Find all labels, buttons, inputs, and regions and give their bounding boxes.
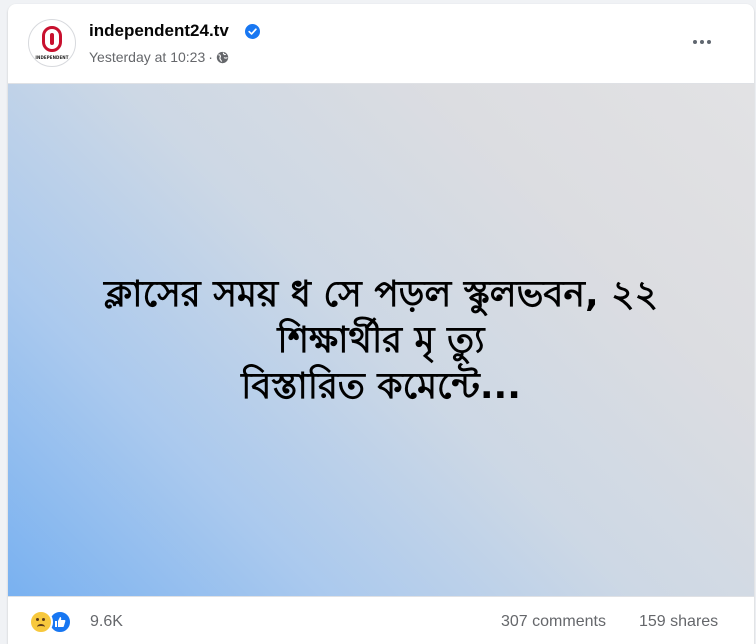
shares-count-link[interactable]: 159 shares	[639, 612, 718, 632]
page-avatar[interactable]: INDEPENDENT	[28, 19, 76, 67]
comments-count-link[interactable]: 307 comments	[501, 612, 606, 632]
post-meta: Yesterday at 10:23 ·	[89, 48, 229, 66]
headline-line: বিস্তারিত কমেন্টে...	[241, 366, 521, 407]
post-footer: 9.6K 307 comments 159 shares	[8, 597, 754, 644]
logo-icon	[42, 26, 62, 52]
more-dot-icon	[693, 40, 697, 44]
more-options-button[interactable]	[684, 24, 720, 60]
post-header: INDEPENDENT independent24.tv Yesterday a…	[8, 4, 754, 83]
avatar-logo-text: INDEPENDENT	[35, 55, 69, 60]
headline-line: শিক্ষার্থীর মৃ ত্যু	[277, 320, 485, 361]
post-timestamp[interactable]: Yesterday at 10:23	[89, 49, 205, 65]
post-image[interactable]: ক্লাসের সময় ধ সে পড়ল স্কুলভবন, ২২ শিক্…	[8, 83, 754, 597]
reaction-count[interactable]: 9.6K	[90, 612, 123, 632]
post-card: INDEPENDENT independent24.tv Yesterday a…	[8, 4, 754, 644]
sad-reaction-icon	[29, 610, 53, 634]
more-dot-icon	[707, 40, 711, 44]
more-dot-icon	[700, 40, 704, 44]
verified-badge-icon	[245, 24, 260, 39]
globe-icon[interactable]	[216, 51, 229, 64]
image-headline: ক্লাসের সময় ধ সে পড়ল স্কুলভবন, ২২ শিক্…	[8, 272, 754, 410]
meta-separator: ·	[208, 49, 213, 65]
page-name-link[interactable]: independent24.tv	[89, 20, 229, 42]
headline-line: ক্লাসের সময় ধ সে পড়ল স্কুলভবন, ২২	[104, 274, 658, 315]
